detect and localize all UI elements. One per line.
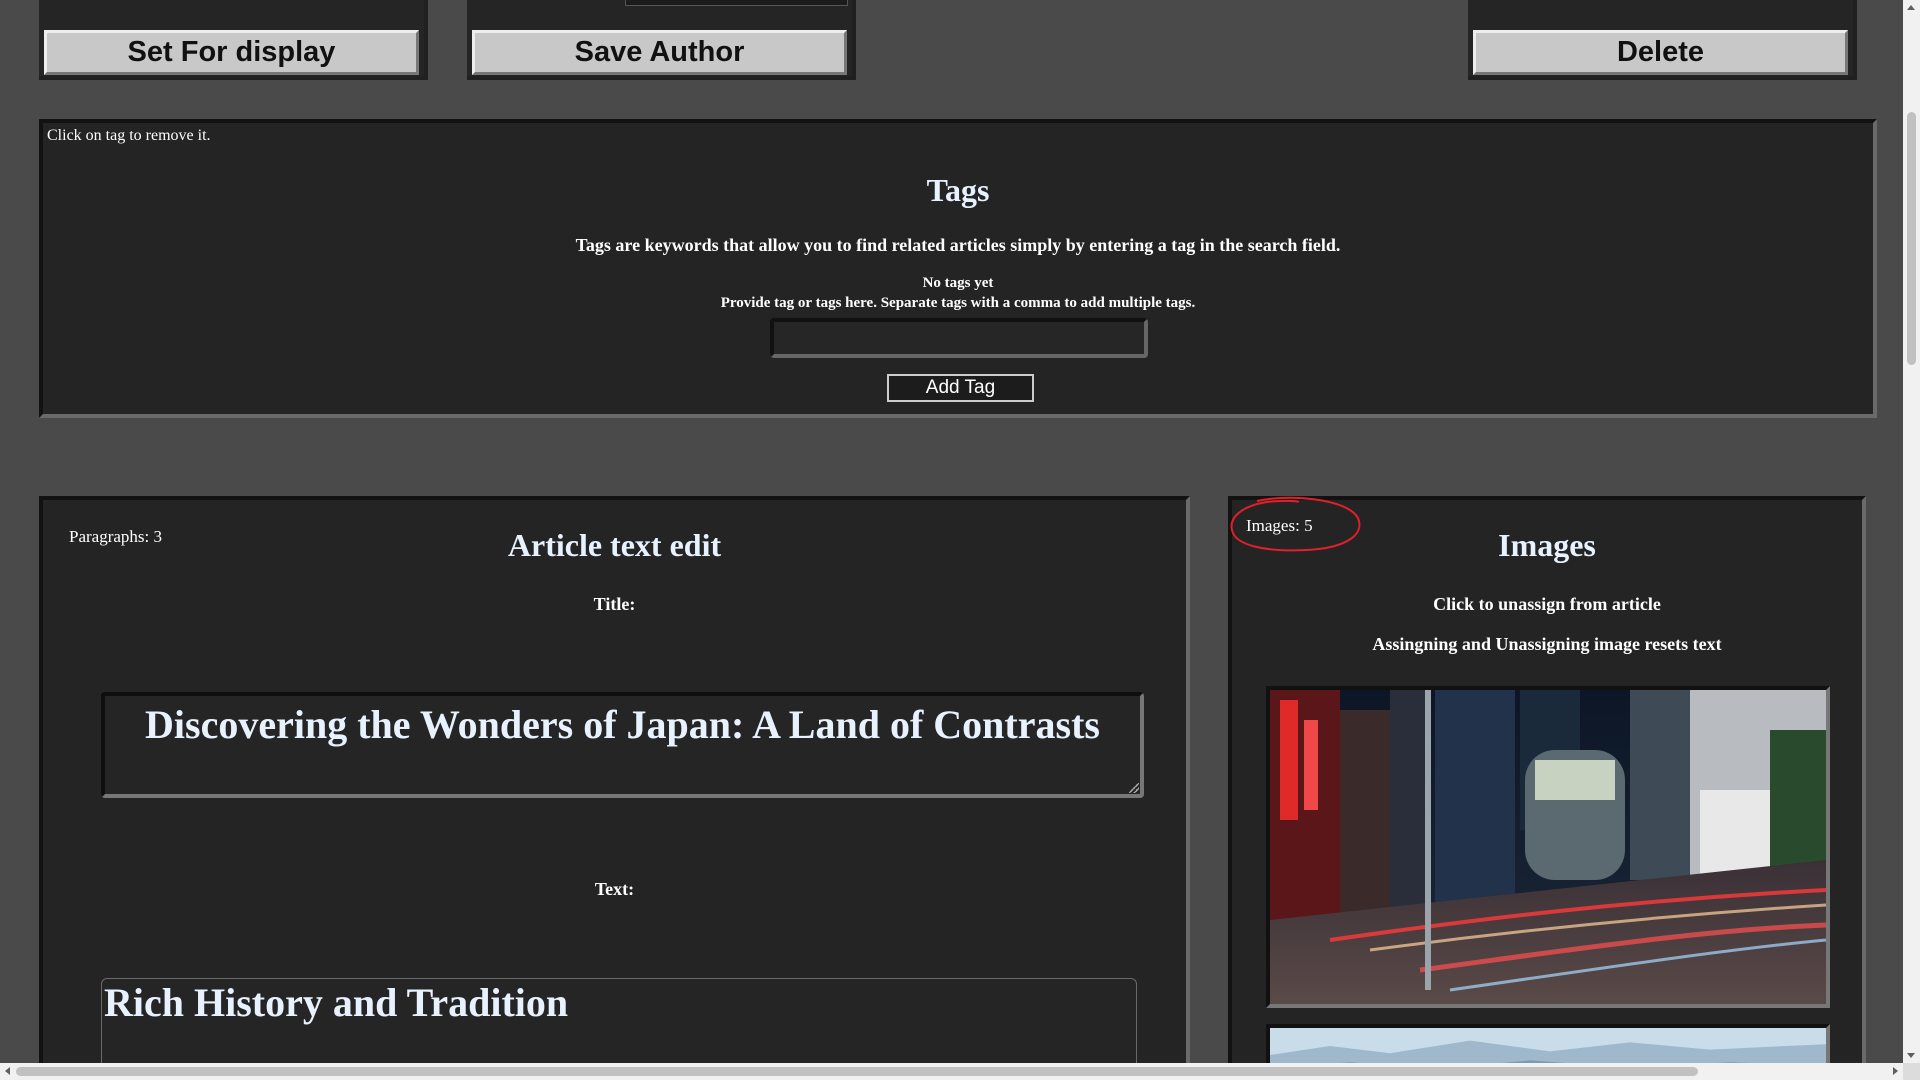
article-editor-page: Set For display Save Author Delete Click…	[0, 0, 1920, 1080]
delete-panel: Delete	[1468, 0, 1857, 80]
tags-panel: Click on tag to remove it. Tags Tags are…	[39, 119, 1877, 418]
scrollbar-corner	[1903, 1063, 1920, 1080]
save-author-button[interactable]: Save Author	[472, 30, 847, 75]
add-tag-button[interactable]: Add Tag	[887, 374, 1034, 402]
scroll-right-icon[interactable]	[1893, 1067, 1898, 1075]
tag-input[interactable]	[770, 318, 1148, 358]
tags-instruction: Provide tag or tags here. Separate tags …	[720, 295, 1196, 311]
article-edit-heading: Article text edit	[507, 527, 722, 563]
tags-title: Tags	[926, 172, 990, 208]
tags-description: Tags are keywords that allow you to find…	[575, 235, 1341, 255]
tags-empty-state: No tags yet	[922, 275, 994, 291]
paragraph-heading: Rich History and Tradition	[104, 980, 569, 1025]
author-field[interactable]	[625, 0, 848, 6]
images-panel: Images: 5 Images Click to unassign from …	[1228, 496, 1866, 1080]
save-author-panel: Save Author	[467, 0, 856, 80]
title-label: Title:	[593, 594, 636, 614]
resize-grip-icon[interactable]	[1129, 783, 1139, 793]
scroll-left-icon[interactable]	[5, 1067, 10, 1075]
delete-button[interactable]: Delete	[1473, 30, 1848, 75]
unassign-hint: Click to unassign from article	[1433, 594, 1661, 614]
scroll-down-icon[interactable]	[1907, 1053, 1915, 1058]
vertical-scrollbar[interactable]	[1903, 0, 1920, 1063]
set-display-panel: Set For display	[39, 0, 428, 80]
reset-hint: Assingning and Unassigning image resets …	[1372, 634, 1722, 654]
title-field[interactable]: Discovering the Wonders of Japan: A Land…	[101, 692, 1144, 798]
title-value: Discovering the Wonders of Japan: A Land…	[145, 702, 1100, 747]
horizontal-scrollbar[interactable]	[0, 1063, 1920, 1080]
horizontal-scroll-thumb[interactable]	[16, 1067, 1698, 1076]
tags-remove-hint: Click on tag to remove it.	[47, 127, 211, 144]
set-for-display-button[interactable]: Set For display	[44, 30, 419, 75]
image-thumbnail[interactable]	[1266, 686, 1830, 1008]
images-heading: Images	[1498, 527, 1596, 563]
city-night-street-photo-icon	[1270, 690, 1826, 1004]
text-label: Text:	[594, 879, 635, 899]
scroll-up-icon[interactable]	[1907, 5, 1915, 10]
article-edit-panel: Paragraphs: 3 Article text edit Title: D…	[39, 496, 1190, 1080]
vertical-scroll-thumb[interactable]	[1907, 112, 1916, 365]
